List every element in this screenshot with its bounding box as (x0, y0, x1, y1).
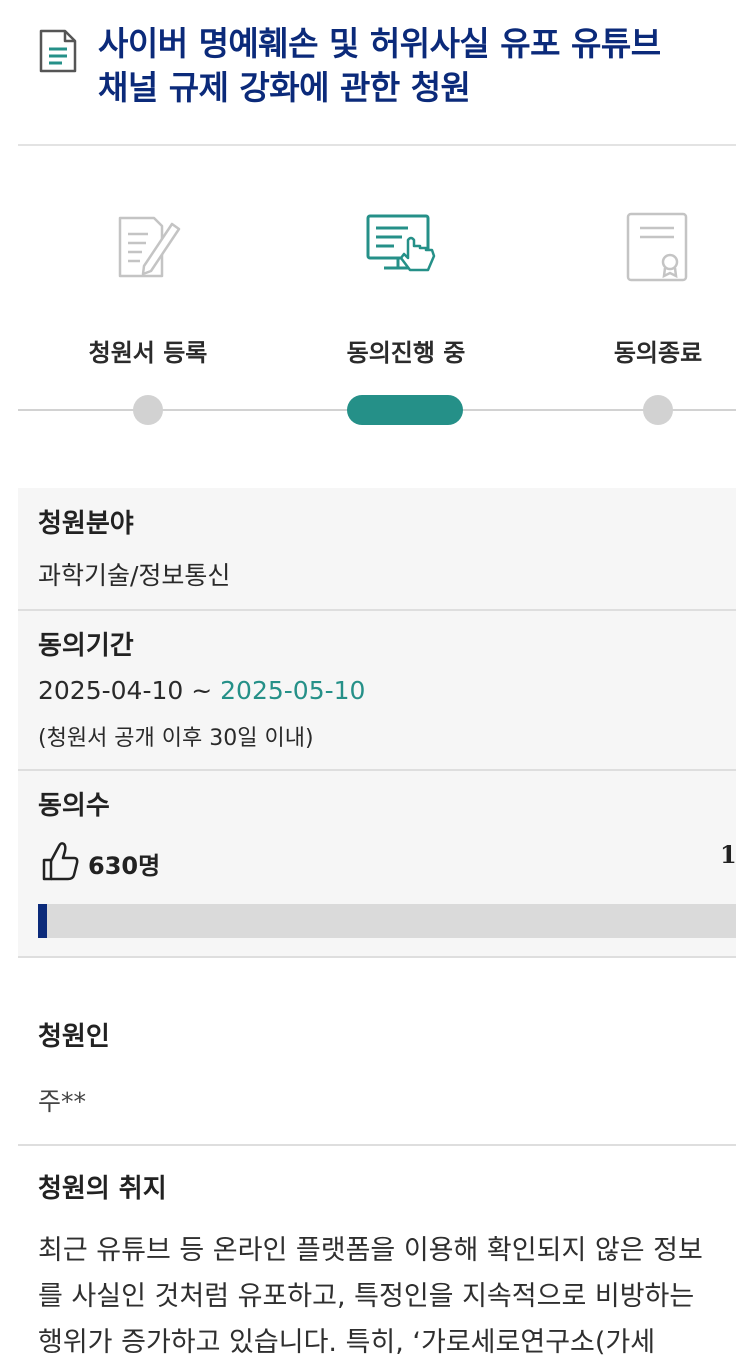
divider (18, 1144, 736, 1146)
step-label-closed: 동의종료 (613, 339, 703, 367)
step-dot-closed (643, 395, 673, 425)
divider (18, 609, 736, 611)
purpose-line: 최근 유튜브 등 온라인 플랫폼을 이용해 확인되지 않은 정보 (38, 1235, 703, 1266)
title-divider (18, 144, 736, 146)
petitioner-label: 청원인 (38, 1022, 110, 1052)
period-dates: 2025-04-10 ~ 2025-05-10 (38, 676, 365, 705)
purpose-body: 최근 유튜브 등 온라인 플랫폼을 이용해 확인되지 않은 정보 를 사실인 것… (38, 1228, 736, 1366)
page-title-line-2: 채널 규제 강화에 관한 청원 (98, 68, 471, 107)
period-label: 동의기간 (38, 631, 134, 661)
computer-touch-icon (366, 214, 436, 272)
purpose-label: 청원의 취지 (38, 1174, 167, 1204)
category-label: 청원분야 (38, 509, 134, 539)
page-title: 사이버 명예훼손 및 허위사실 유포 유튜브 채널 규제 강화에 관한 청원 (98, 22, 736, 110)
step-label-register: 청원서 등록 (88, 339, 208, 367)
divider (18, 769, 736, 771)
step-dot-in-progress (347, 395, 463, 425)
period-end: 2025-05-10 (220, 676, 366, 705)
agree-progress-fill (38, 904, 47, 938)
divider (18, 956, 736, 958)
purpose-line: 를 사실인 것처럼 유포하고, 특정인을 지속적으로 비방하는 (38, 1281, 695, 1312)
period-start: 2025-04-10 (38, 676, 184, 705)
step-dot-register (133, 395, 163, 425)
period-note: (청원서 공개 이후 30일 이내) (38, 726, 314, 751)
edit-document-icon (118, 216, 181, 278)
page-title-line-1: 사이버 명예훼손 및 허위사실 유포 유튜브 (98, 24, 661, 63)
category-value: 과학기술/정보통신 (38, 561, 231, 590)
petitioner-value: 주** (38, 1087, 87, 1116)
step-label-in-progress: 동의진행 중 (346, 339, 466, 367)
certificate-icon (626, 212, 688, 282)
agree-count: 630명 (88, 852, 161, 880)
purpose-line: 행위가 증가하고 있습니다. 특히, ‘가로세로연구소(가세 (38, 1327, 656, 1358)
agree-target: 1 (720, 840, 736, 869)
agree-label: 동의수 (38, 791, 110, 821)
agree-progress-track (38, 904, 736, 938)
thumbs-up-icon (42, 842, 79, 881)
period-separator: ~ (183, 676, 221, 705)
document-icon (39, 29, 77, 73)
